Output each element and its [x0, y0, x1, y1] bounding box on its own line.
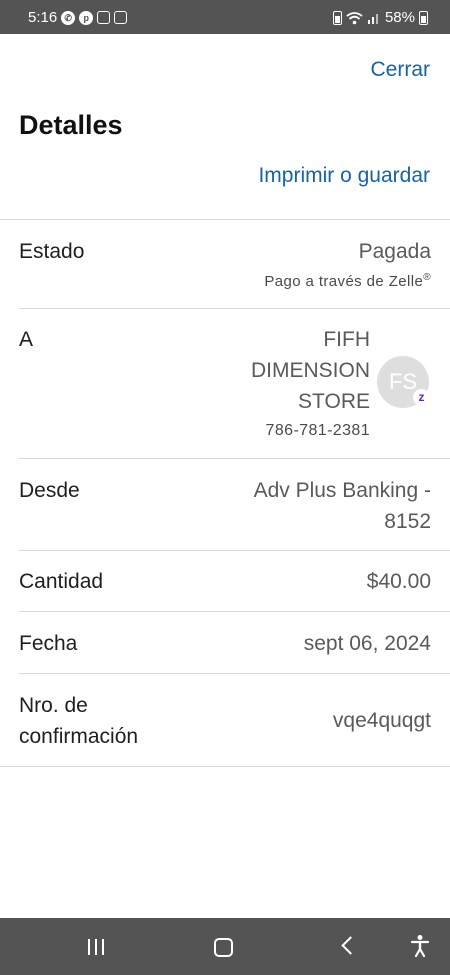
divider [19, 458, 450, 459]
navigation-bar [0, 918, 450, 975]
clock: 5:16 [28, 9, 58, 26]
back-icon[interactable] [341, 936, 360, 955]
instagram-icon [97, 11, 111, 24]
divider [19, 550, 450, 551]
divider [19, 611, 450, 612]
whatsapp-icon: ✆ [61, 10, 76, 25]
cantidad-value: $40.00 [366, 570, 431, 593]
status-bar-right: 58% [332, 9, 428, 26]
payment-method-text: Pago a través de Zelle® [264, 272, 431, 290]
estado-value: Pagada [358, 240, 431, 263]
recipient-name-line2: DIMENSION [250, 359, 370, 382]
fecha-label: Fecha [19, 632, 78, 655]
recipient-name-line3: STORE [298, 390, 370, 413]
page-title: Detalles [19, 110, 123, 140]
estado-label: Estado [19, 240, 85, 263]
status-bar-left: 5:16 ✆ p [28, 9, 128, 26]
desde-label: Desde [19, 479, 80, 502]
confirmacion-label-line2: confirmación [19, 725, 139, 748]
battery-saver-icon [332, 10, 342, 25]
home-icon[interactable] [214, 938, 233, 957]
divider [19, 308, 450, 309]
zelle-icon: z [413, 389, 430, 406]
payment-method-label: Pago a través de Zelle [264, 273, 424, 290]
battery-percentage: 58% [384, 9, 415, 26]
registered-mark: ® [423, 272, 431, 283]
cantidad-label: Cantidad [19, 570, 104, 593]
gallery-icon [114, 11, 128, 24]
pinterest-icon: p [79, 10, 94, 25]
divider [0, 766, 450, 767]
divider [0, 219, 450, 220]
signal-icon [367, 14, 378, 24]
recipient-label: A [19, 328, 34, 351]
accessibility-icon[interactable] [410, 934, 430, 958]
desde-value-line2: 8152 [384, 510, 431, 533]
recipient-name-line1: FIFH [323, 328, 370, 351]
status-bar: 5:16 ✆ p 58% [0, 0, 450, 34]
fecha-value: sept 06, 2024 [303, 632, 431, 655]
close-button[interactable]: Cerrar [370, 58, 430, 82]
print-or-save-link[interactable]: Imprimir o guardar [258, 164, 430, 188]
recipient-phone: 786-781-2381 [265, 422, 370, 439]
confirmacion-label-line1: Nro. de [19, 694, 88, 717]
confirmacion-value: vqe4quqgt [332, 709, 431, 732]
wifi-icon [346, 11, 363, 24]
recent-apps-icon[interactable] [88, 939, 104, 955]
battery-icon [419, 10, 428, 25]
divider [19, 673, 450, 674]
desde-value-line1: Adv Plus Banking - [253, 479, 431, 502]
